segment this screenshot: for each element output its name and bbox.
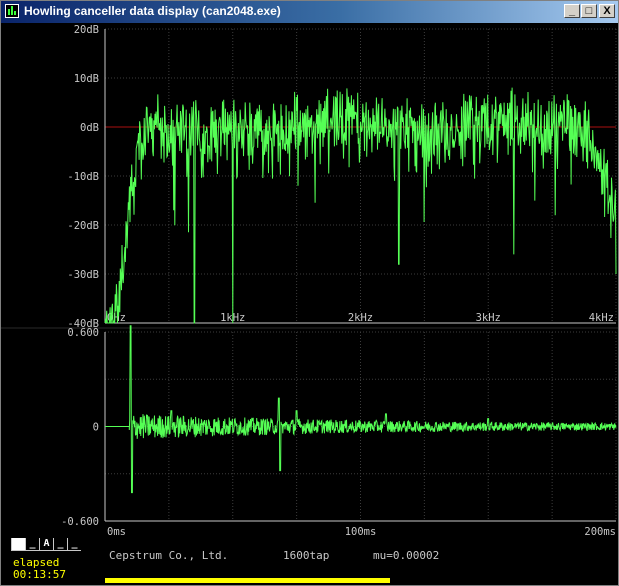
spectrum-grid xyxy=(104,28,617,324)
cepstrum-y-tick-label: 0.600 xyxy=(67,327,99,339)
spectrum-y-tick-label: 20dB xyxy=(74,24,99,36)
mode-button-5[interactable]: _ xyxy=(67,538,81,551)
close-button[interactable]: X xyxy=(599,4,615,18)
cepstrum-x-tick-label: 0ms xyxy=(107,526,126,538)
spectrum-y-tick-label: 0dB xyxy=(80,122,99,134)
cepstrum-y-tick-label: -0.600 xyxy=(61,516,99,528)
elapsed-time: 00:13:57 xyxy=(13,568,66,581)
company-label: Cepstrum Co., Ltd. xyxy=(109,549,229,562)
mode-button-auto[interactable]: A xyxy=(39,538,53,551)
spectrum-x-tick-label: 3kHz xyxy=(476,312,501,324)
app-window: Howling canceller data display (can2048.… xyxy=(0,0,619,586)
spectrum-x-tick-label: 4kHz xyxy=(589,312,614,324)
maximize-button[interactable]: □ xyxy=(581,4,597,18)
cepstrum-x-tick-label: 100ms xyxy=(345,526,377,538)
spectrum-y-tick-label: -30dB xyxy=(67,269,99,281)
tap-count: 1600tap xyxy=(283,549,330,562)
mode-button-1[interactable]: _ xyxy=(11,538,25,551)
plot-area: 20dB10dB0dB-10dB-20dB-30dB-40dB 0Hz 1kHz 2k… xyxy=(1,24,618,538)
window-title: Howling canceller data display (can2048.… xyxy=(24,4,281,18)
spectrum-y-tick-label: -20dB xyxy=(67,220,99,232)
cepstrum-y-tick-label: 0 xyxy=(93,422,99,434)
minimize-button[interactable]: _ xyxy=(564,4,580,18)
spectrum-axis-labels: 20dB10dB0dB-10dB-20dB-30dB-40dB 0Hz 1kHz 2k… xyxy=(67,24,614,330)
spectrum-x-tick-label: 2kHz xyxy=(348,312,373,324)
spectrum-y-tick-label: -10dB xyxy=(67,171,99,183)
mode-button-2[interactable]: _ xyxy=(25,538,39,551)
mode-button-4[interactable]: _ xyxy=(53,538,67,551)
title-bar[interactable]: Howling canceller data display (can2048.… xyxy=(1,1,618,23)
app-icon[interactable] xyxy=(5,4,19,18)
spectrum-y-tick-label: 10dB xyxy=(74,73,99,85)
mode-button-group: _ _ A _ _ xyxy=(11,538,81,552)
mu-value: mu=0.00002 xyxy=(373,549,440,562)
progress-bar xyxy=(105,578,390,583)
cepstrum-x-tick-label: 200ms xyxy=(584,526,616,538)
